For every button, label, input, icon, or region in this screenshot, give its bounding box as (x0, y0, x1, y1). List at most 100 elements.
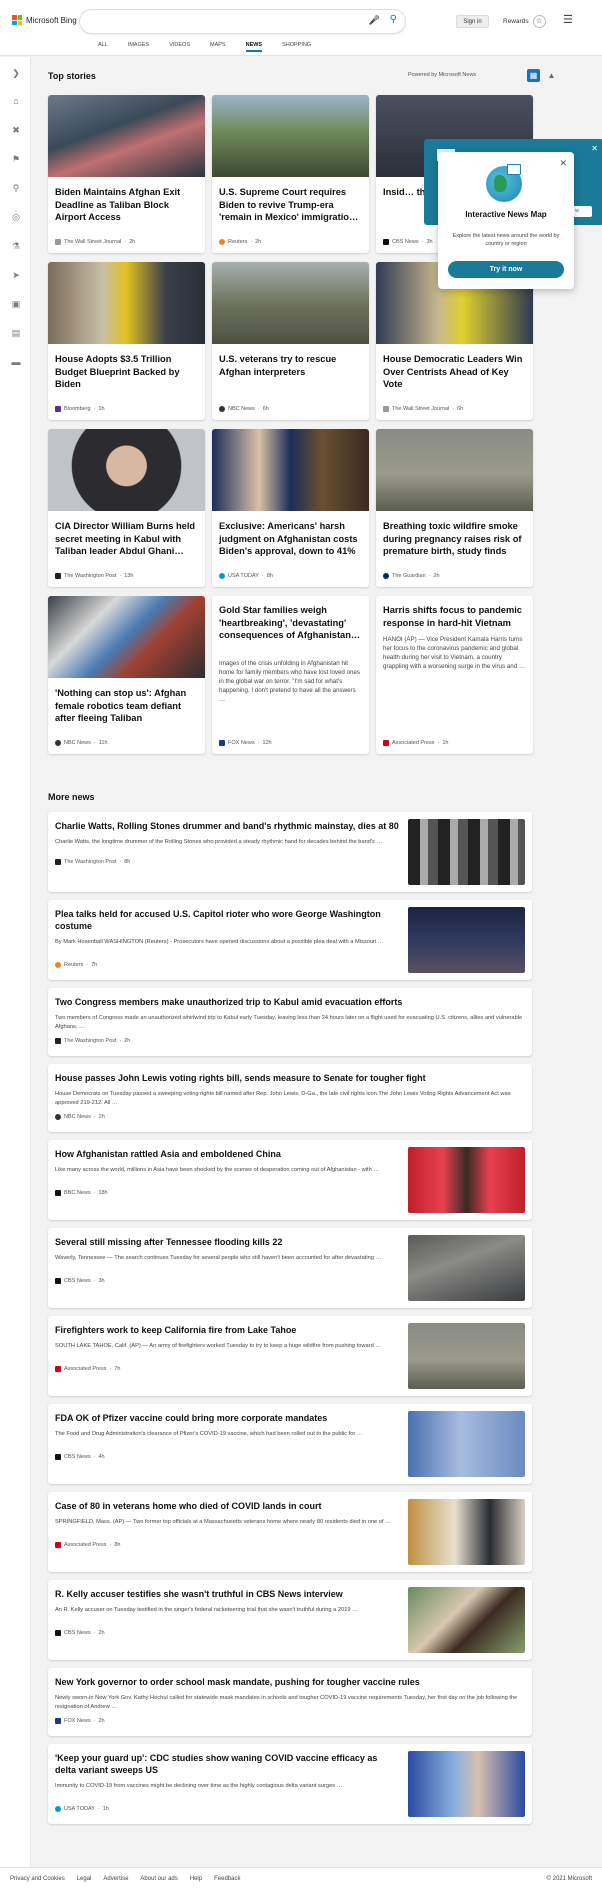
story-source: The Wall Street Journal · 2h (55, 239, 135, 245)
map-view-icon[interactable]: ▲ (545, 69, 558, 82)
tools-icon[interactable]: ✖ (10, 124, 22, 136)
news-title[interactable]: Two Congress members make unauthorized t… (55, 996, 525, 1008)
rewards-label: Rewards (503, 18, 529, 25)
story-card[interactable]: Harris shifts focus to pandemic response… (376, 596, 533, 754)
tab-videos[interactable]: VIDEOS (159, 40, 200, 52)
bing-logo[interactable]: Microsoft Bing (12, 15, 77, 25)
news-title[interactable]: 'Keep your guard up': CDC studies show w… (55, 1752, 400, 1776)
tab-news[interactable]: NEWS (236, 40, 273, 52)
story-title[interactable]: Harris shifts focus to pandemic response… (383, 604, 526, 629)
story-abstract: HANOI (AP) — Vice President Kamala Harri… (383, 636, 526, 670)
news-title[interactable]: Case of 80 in veterans home who died of … (55, 1500, 400, 1512)
story-title[interactable]: 'Nothing can stop us': Afghan female rob… (55, 687, 198, 725)
story-card[interactable]: CIA Director William Burns held secret m… (48, 429, 205, 587)
story-title[interactable]: House Democratic Leaders Win Over Centri… (383, 353, 526, 391)
science-icon[interactable]: ⚗ (10, 240, 22, 252)
news-list-item[interactable]: Two Congress members make unauthorized t… (48, 988, 532, 1056)
home-icon[interactable]: ⌂ (10, 95, 22, 107)
money-icon[interactable]: ▬ (10, 356, 22, 368)
news-list-item[interactable]: Charlie Watts, Rolling Stones drummer an… (48, 812, 532, 892)
footer-link[interactable]: Advertise (103, 1876, 128, 1882)
footer-link[interactable]: Legal (77, 1876, 92, 1882)
news-list-item[interactable]: Case of 80 in veterans home who died of … (48, 1492, 532, 1572)
news-list-item[interactable]: FDA OK of Pfizer vaccine could bring mor… (48, 1404, 532, 1484)
sign-in-button[interactable]: Sign in (456, 15, 489, 28)
news-list-item[interactable]: New York governor to order school mask m… (48, 1668, 532, 1736)
story-card[interactable]: Gold Star families weigh 'heartbreaking'… (212, 596, 369, 754)
story-card[interactable]: U.S. veterans try to rescue Afghan inter… (212, 262, 369, 420)
news-title[interactable]: How Afghanistan rattled Asia and embolde… (55, 1148, 400, 1160)
tab-images[interactable]: IMAGES (118, 40, 159, 52)
search-icon[interactable]: ⚲ (390, 14, 397, 25)
tab-maps[interactable]: MAPS (200, 40, 236, 52)
story-source: Bloomberg · 1h (55, 406, 105, 412)
news-title[interactable]: House passes John Lewis voting rights bi… (55, 1072, 525, 1084)
story-title[interactable]: Gold Star families weigh 'heartbreaking'… (219, 604, 362, 642)
story-card[interactable]: House Adopts $3.5 Trillion Budget Bluepr… (48, 262, 205, 420)
news-description: Charlie Watts, the longtime drummer of t… (55, 839, 383, 845)
trophy-icon: ☆ (532, 15, 546, 28)
microphone-icon[interactable]: 🎤 (369, 15, 380, 26)
footer-link[interactable]: Feedback (214, 1876, 240, 1882)
rocket-icon[interactable]: ➤ (10, 269, 22, 281)
story-title[interactable]: CIA Director William Burns held secret m… (55, 520, 198, 558)
story-card[interactable]: 'Nothing can stop us': Afghan female rob… (48, 596, 205, 754)
globe-icon[interactable]: ◎ (10, 211, 22, 223)
news-list-item[interactable]: House passes John Lewis voting rights bi… (48, 1064, 532, 1132)
close-icon[interactable]: ✕ (559, 158, 567, 169)
news-thumbnail (408, 1751, 525, 1817)
story-title[interactable]: House Adopts $3.5 Trillion Budget Bluepr… (55, 353, 198, 391)
story-title[interactable]: Biden Maintains Afghan Exit Deadline as … (55, 186, 198, 224)
news-title[interactable]: FDA OK of Pfizer vaccine could bring mor… (55, 1412, 400, 1424)
tab-shopping[interactable]: SHOPPING (272, 40, 321, 52)
footer-link[interactable]: Help (190, 1876, 202, 1882)
hamburger-menu-icon[interactable]: ☰ (563, 13, 573, 26)
footer-link[interactable]: About our ads (140, 1876, 177, 1882)
news-description: By Mark Hosenball WASHINGTON (Reuters) -… (55, 939, 384, 945)
news-source: USA TODAY · 1h (55, 1806, 109, 1812)
news-title[interactable]: Firefighters work to keep California fir… (55, 1324, 400, 1336)
news-thumbnail (408, 1147, 525, 1213)
try-it-now-button[interactable]: Try it now (448, 261, 564, 278)
story-image (48, 262, 205, 344)
footer-links: Privacy and Cookies Legal Advertise Abou… (10, 1876, 240, 1882)
news-list-item[interactable]: Firefighters work to keep California fir… (48, 1316, 532, 1396)
expand-chevron-icon[interactable]: ❯ (10, 67, 22, 79)
footer-link[interactable]: Privacy and Cookies (10, 1876, 65, 1882)
logo-text: Microsoft Bing (26, 15, 77, 25)
story-card[interactable]: Exclusive: Americans' harsh judgment on … (212, 429, 369, 587)
news-source: The Washington Post · 2h (55, 1038, 130, 1044)
rewards-button[interactable]: Rewards ☆ (503, 15, 546, 28)
news-list-item[interactable]: Several still missing after Tennessee fl… (48, 1228, 532, 1308)
powered-by-label: Powered by Microsoft News (408, 72, 477, 78)
business-icon[interactable]: ▤ (10, 327, 22, 339)
popup-description: Explore the latest news around the world… (452, 233, 560, 247)
location-pin-icon[interactable]: ⚲ (10, 182, 22, 194)
close-icon[interactable]: ✕ (591, 144, 598, 153)
news-thumbnail (408, 1587, 525, 1653)
news-title[interactable]: Several still missing after Tennessee fl… (55, 1236, 400, 1248)
story-title[interactable]: Exclusive: Americans' harsh judgment on … (219, 520, 362, 558)
story-title[interactable]: U.S. veterans try to rescue Afghan inter… (219, 353, 362, 378)
news-list-item[interactable]: Plea talks held for accused U.S. Capitol… (48, 900, 532, 980)
story-title[interactable]: U.S. Supreme Court requires Biden to rev… (219, 186, 362, 224)
footer: Privacy and Cookies Legal Advertise Abou… (0, 1867, 602, 1889)
entertainment-icon[interactable]: ▣ (10, 298, 22, 310)
news-list-item[interactable]: R. Kelly accuser testifies she wasn't tr… (48, 1580, 532, 1660)
news-description: Immunity to COVID-19 from vaccines might… (55, 1783, 343, 1789)
search-box[interactable]: 🎤 ⚲ (80, 10, 405, 33)
news-title[interactable]: Plea talks held for accused U.S. Capitol… (55, 908, 400, 932)
story-card[interactable]: Biden Maintains Afghan Exit Deadline as … (48, 95, 205, 253)
search-tabs: ALL IMAGES VIDEOS MAPS NEWS SHOPPING (88, 40, 321, 52)
news-list-item[interactable]: 'Keep your guard up': CDC studies show w… (48, 1744, 532, 1824)
news-title[interactable]: New York governor to order school mask m… (55, 1676, 525, 1688)
story-card[interactable]: U.S. Supreme Court requires Biden to rev… (212, 95, 369, 253)
story-title[interactable]: Breathing toxic wildfire smoke during pr… (383, 520, 526, 558)
tab-all[interactable]: ALL (88, 40, 118, 52)
story-card[interactable]: Breathing toxic wildfire smoke during pr… (376, 429, 533, 587)
news-title[interactable]: R. Kelly accuser testifies she wasn't tr… (55, 1588, 400, 1600)
left-rail: ❯ ⌂ ✖ ⚑ ⚲ ◎ ⚗ ➤ ▣ ▤ ▬ (0, 57, 31, 1867)
news-list-item[interactable]: How Afghanistan rattled Asia and embolde… (48, 1140, 532, 1220)
flag-icon[interactable]: ⚑ (10, 153, 22, 165)
grid-view-icon[interactable]: ▦ (527, 69, 540, 82)
